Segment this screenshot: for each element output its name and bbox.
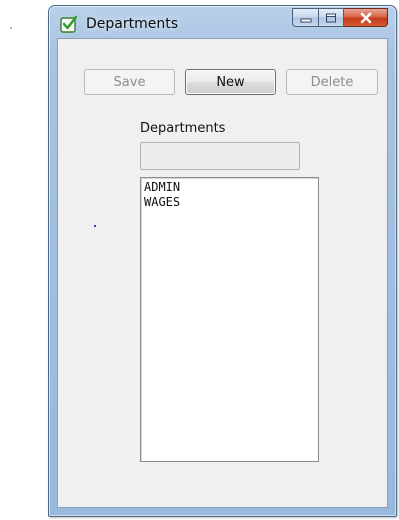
checkmark-app-icon [60, 15, 78, 33]
delete-button[interactable]: Delete [286, 69, 378, 95]
maximize-icon [326, 13, 336, 22]
minimize-icon [300, 18, 311, 22]
title-bar[interactable]: Departments [49, 6, 396, 38]
save-button[interactable]: Save [84, 69, 175, 95]
stray-mark [10, 27, 12, 29]
close-icon [360, 12, 371, 23]
client-area: Save New Delete Departments ADMIN WAGES [57, 38, 388, 508]
list-item[interactable]: ADMIN [144, 180, 315, 195]
departments-list[interactable]: ADMIN WAGES [140, 177, 319, 462]
stray-dot [94, 225, 96, 227]
window-title: Departments [86, 16, 179, 32]
minimize-button[interactable] [292, 8, 318, 27]
departments-label: Departments [140, 121, 226, 136]
caption-buttons [292, 8, 388, 28]
department-name-input[interactable] [140, 142, 300, 170]
new-button[interactable]: New [185, 69, 276, 95]
close-button[interactable] [344, 8, 388, 27]
list-item[interactable]: WAGES [144, 195, 315, 210]
maximize-button[interactable] [318, 8, 344, 27]
departments-window: Departments Save New Delete Departments … [48, 5, 397, 517]
